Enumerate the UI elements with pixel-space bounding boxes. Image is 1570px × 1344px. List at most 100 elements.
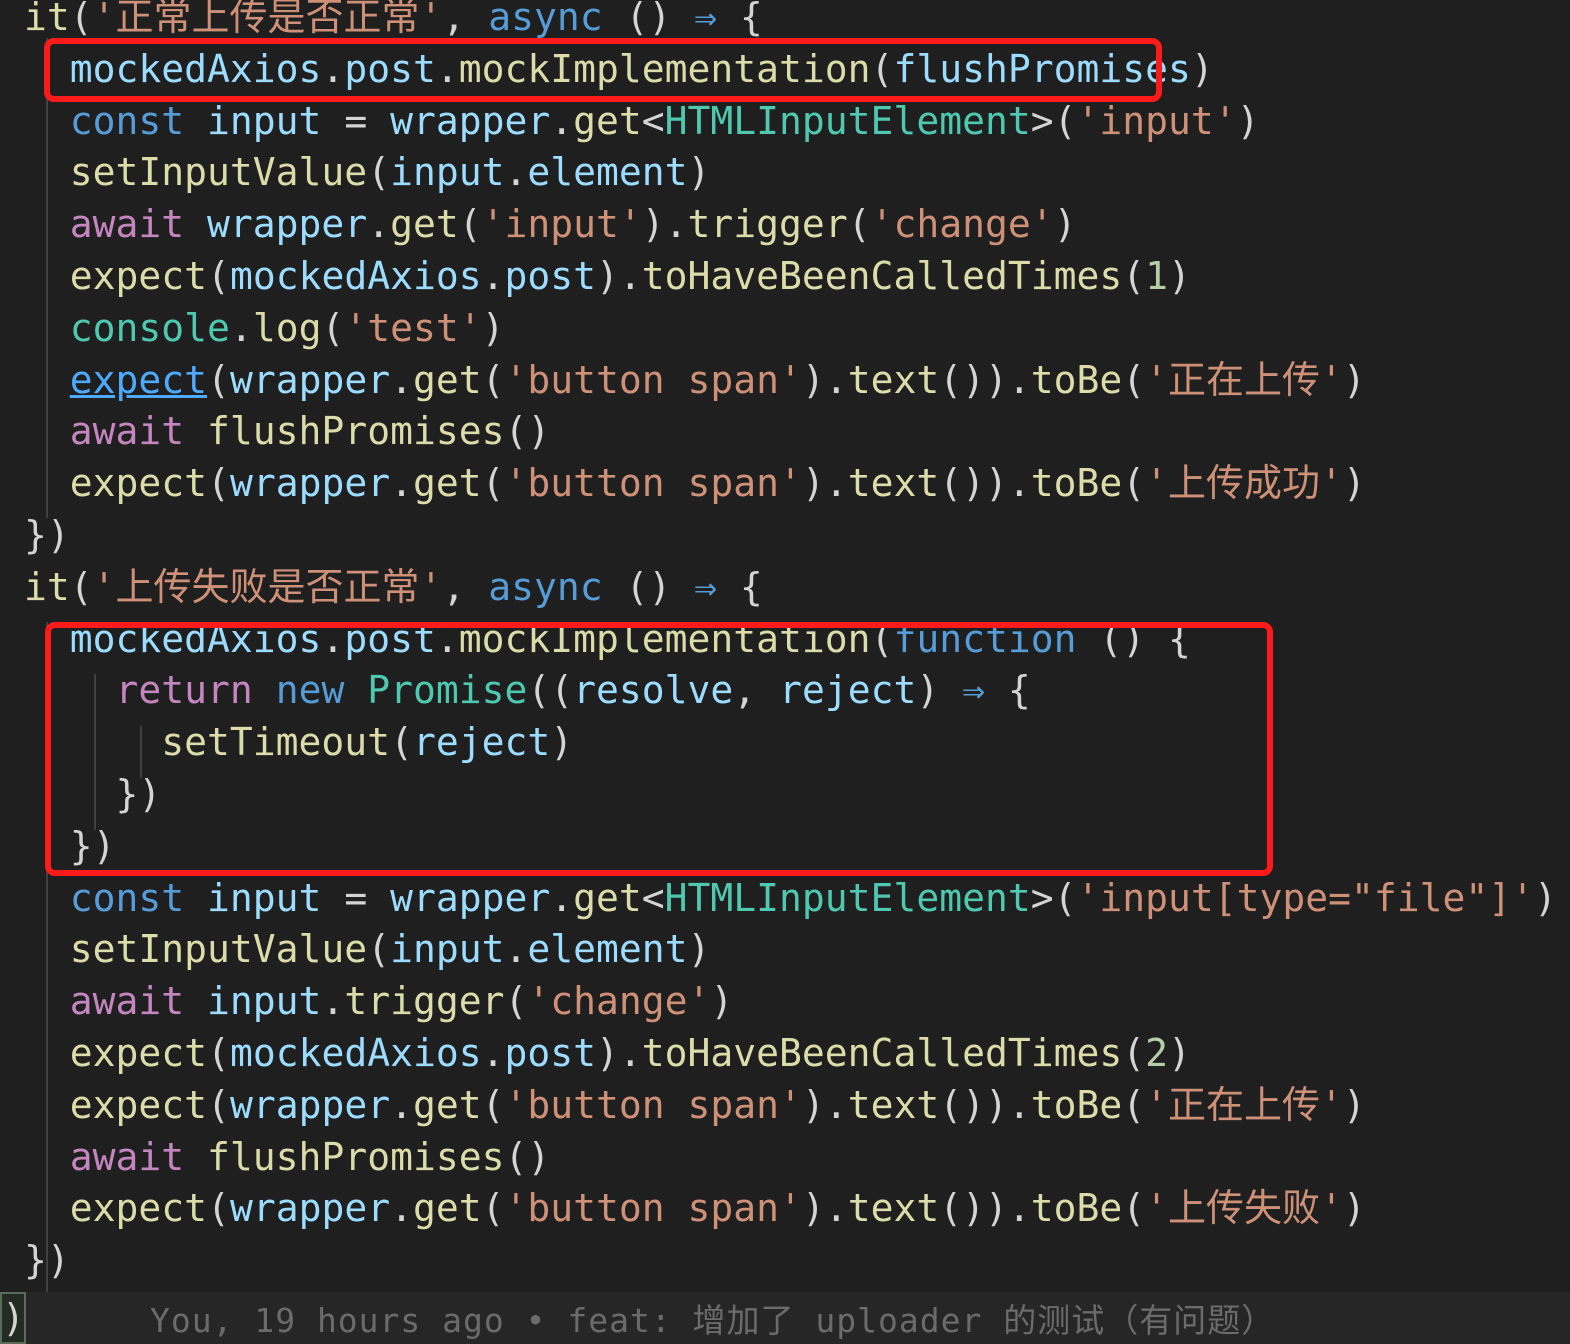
code-editor[interactable]: it('正常上传是否正常', async () ⇒ { mockedAxios.…: [0, 0, 1570, 1344]
token-punctuation: ()).: [939, 1186, 1031, 1231]
token-punctuation: (: [367, 927, 391, 972]
code-line[interactable]: setInputValue(input.element): [0, 147, 1570, 199]
token-punctuation: .: [390, 357, 413, 402]
code-line[interactable]: setTimeout(reject): [0, 717, 1570, 769]
token-punctuation: (: [207, 253, 230, 298]
token-variable: input: [390, 150, 505, 195]
token-method: toBe: [1030, 461, 1123, 506]
token-punctuation: ).: [641, 202, 688, 247]
symbol-link-expect[interactable]: expect: [70, 358, 207, 402]
token-punctuation: ): [1236, 98, 1260, 143]
token-method: get: [390, 202, 459, 247]
token-function: setInputValue: [69, 150, 368, 195]
token-keyword: await: [69, 979, 185, 1024]
token-punctuation: ()).: [939, 461, 1031, 506]
code-line[interactable]: expect(wrapper.get('button span').text()…: [0, 355, 1570, 407]
token-method: get: [412, 357, 482, 402]
token-variable: wrapper: [390, 98, 551, 143]
code-line[interactable]: expect(wrapper.get('button span').text()…: [0, 1183, 1570, 1235]
code-line[interactable]: }): [0, 1235, 1570, 1287]
git-blame-line[interactable]: ) You, 19 hours ago • feat: 增加了 uploader…: [0, 1292, 1570, 1344]
code-line[interactable]: setInputValue(input.element): [0, 924, 1570, 976]
token-punctuation: ()).: [939, 1082, 1031, 1127]
code-line[interactable]: const input = wrapper.get<HTMLInputEleme…: [0, 873, 1570, 925]
token-punctuation: ): [687, 927, 711, 972]
token-method: get: [412, 1186, 482, 1231]
token-method: trigger: [344, 979, 505, 1024]
token-string: 'button span': [504, 357, 802, 402]
code-line[interactable]: expect(wrapper.get('button span').text()…: [0, 1080, 1570, 1132]
token-punctuation: (: [481, 1082, 505, 1127]
code-line[interactable]: return new Promise((resolve, reject) ⇒ {: [0, 665, 1570, 717]
token-method: trigger: [687, 202, 848, 247]
token-punctuation: ).: [596, 253, 642, 298]
code-line[interactable]: expect(mockedAxios.post).toHaveBeenCalle…: [0, 251, 1570, 303]
token-punctuation: }): [24, 512, 70, 557]
code-line[interactable]: expect(mockedAxios.post).toHaveBeenCalle…: [0, 1028, 1570, 1080]
token-method: toHaveBeenCalledTimes: [641, 253, 1123, 298]
token-type: HTMLInputElement: [664, 98, 1031, 143]
code-line[interactable]: await wrapper.get('input').trigger('chan…: [0, 199, 1570, 251]
token-method: get: [412, 461, 482, 506]
code-line[interactable]: it('上传失败是否正常', async () ⇒ {: [0, 562, 1570, 614]
token-punctuation: <: [641, 98, 665, 143]
token-punctuation: (: [1122, 1030, 1146, 1075]
token-punctuation: [184, 409, 207, 453]
token-punctuation: ): [710, 979, 734, 1024]
token-variable: mockedAxios: [69, 46, 322, 91]
code-line[interactable]: }): [0, 821, 1570, 873]
token-punctuation: [253, 668, 276, 712]
token-property: post: [344, 46, 436, 91]
token-punctuation: (: [1122, 1186, 1146, 1231]
token-string: '上传失败是否正常': [92, 564, 443, 609]
token-punctuation: >(: [1030, 98, 1077, 143]
code-line[interactable]: await input.trigger('change'): [0, 976, 1570, 1028]
code-line[interactable]: }): [0, 510, 1570, 562]
code-line[interactable]: console.log('test'): [0, 303, 1570, 355]
token-punctuation: .: [550, 875, 574, 920]
code-line[interactable]: await flushPromises(): [0, 406, 1570, 458]
code-viewport[interactable]: it('正常上传是否正常', async () ⇒ { mockedAxios.…: [0, 0, 1570, 1292]
code-line[interactable]: it('正常上传是否正常', async () ⇒ {: [0, 0, 1570, 44]
token-string: 'button span': [504, 1082, 802, 1127]
token-string: '正在上传': [1145, 1082, 1343, 1127]
code-line[interactable]: expect(wrapper.get('button span').text()…: [0, 458, 1570, 510]
token-number: 1: [1145, 253, 1168, 298]
token-punctuation: (: [504, 979, 528, 1024]
token-punctuation: (: [207, 461, 230, 506]
token-punctuation: (: [207, 1030, 230, 1075]
token-punctuation: (: [390, 720, 413, 765]
token-operator: ⇒: [962, 668, 985, 713]
token-punctuation: .: [390, 1186, 413, 1231]
code-line[interactable]: await flushPromises(): [0, 1132, 1570, 1184]
token-method: text: [847, 461, 940, 506]
token-punctuation: (: [481, 357, 505, 402]
code-line[interactable]: mockedAxios.post.mockImplementation(func…: [0, 614, 1570, 666]
code-line[interactable]: }): [0, 769, 1570, 821]
token-function: expect: [69, 1030, 208, 1075]
token-string: 'input[type="file"]': [1076, 875, 1535, 920]
code-line[interactable]: const input = wrapper.get<HTMLInputEleme…: [0, 96, 1570, 148]
token-function: expect: [69, 1186, 208, 1231]
token-string: 'input': [1076, 98, 1237, 143]
cursor-char-box: ): [0, 1292, 26, 1344]
token-keyword: const: [69, 98, 185, 143]
token-punctuation: .: [390, 461, 413, 506]
token-punctuation: {: [716, 564, 763, 609]
token-string: 'button span': [504, 1186, 802, 1231]
token-punctuation: (: [207, 1082, 230, 1127]
token-punctuation: ).: [596, 1030, 642, 1075]
token-method: get: [573, 875, 642, 920]
code-line[interactable]: mockedAxios.post.mockImplementation(flus…: [0, 44, 1570, 96]
token-punctuation: ): [1534, 875, 1557, 920]
